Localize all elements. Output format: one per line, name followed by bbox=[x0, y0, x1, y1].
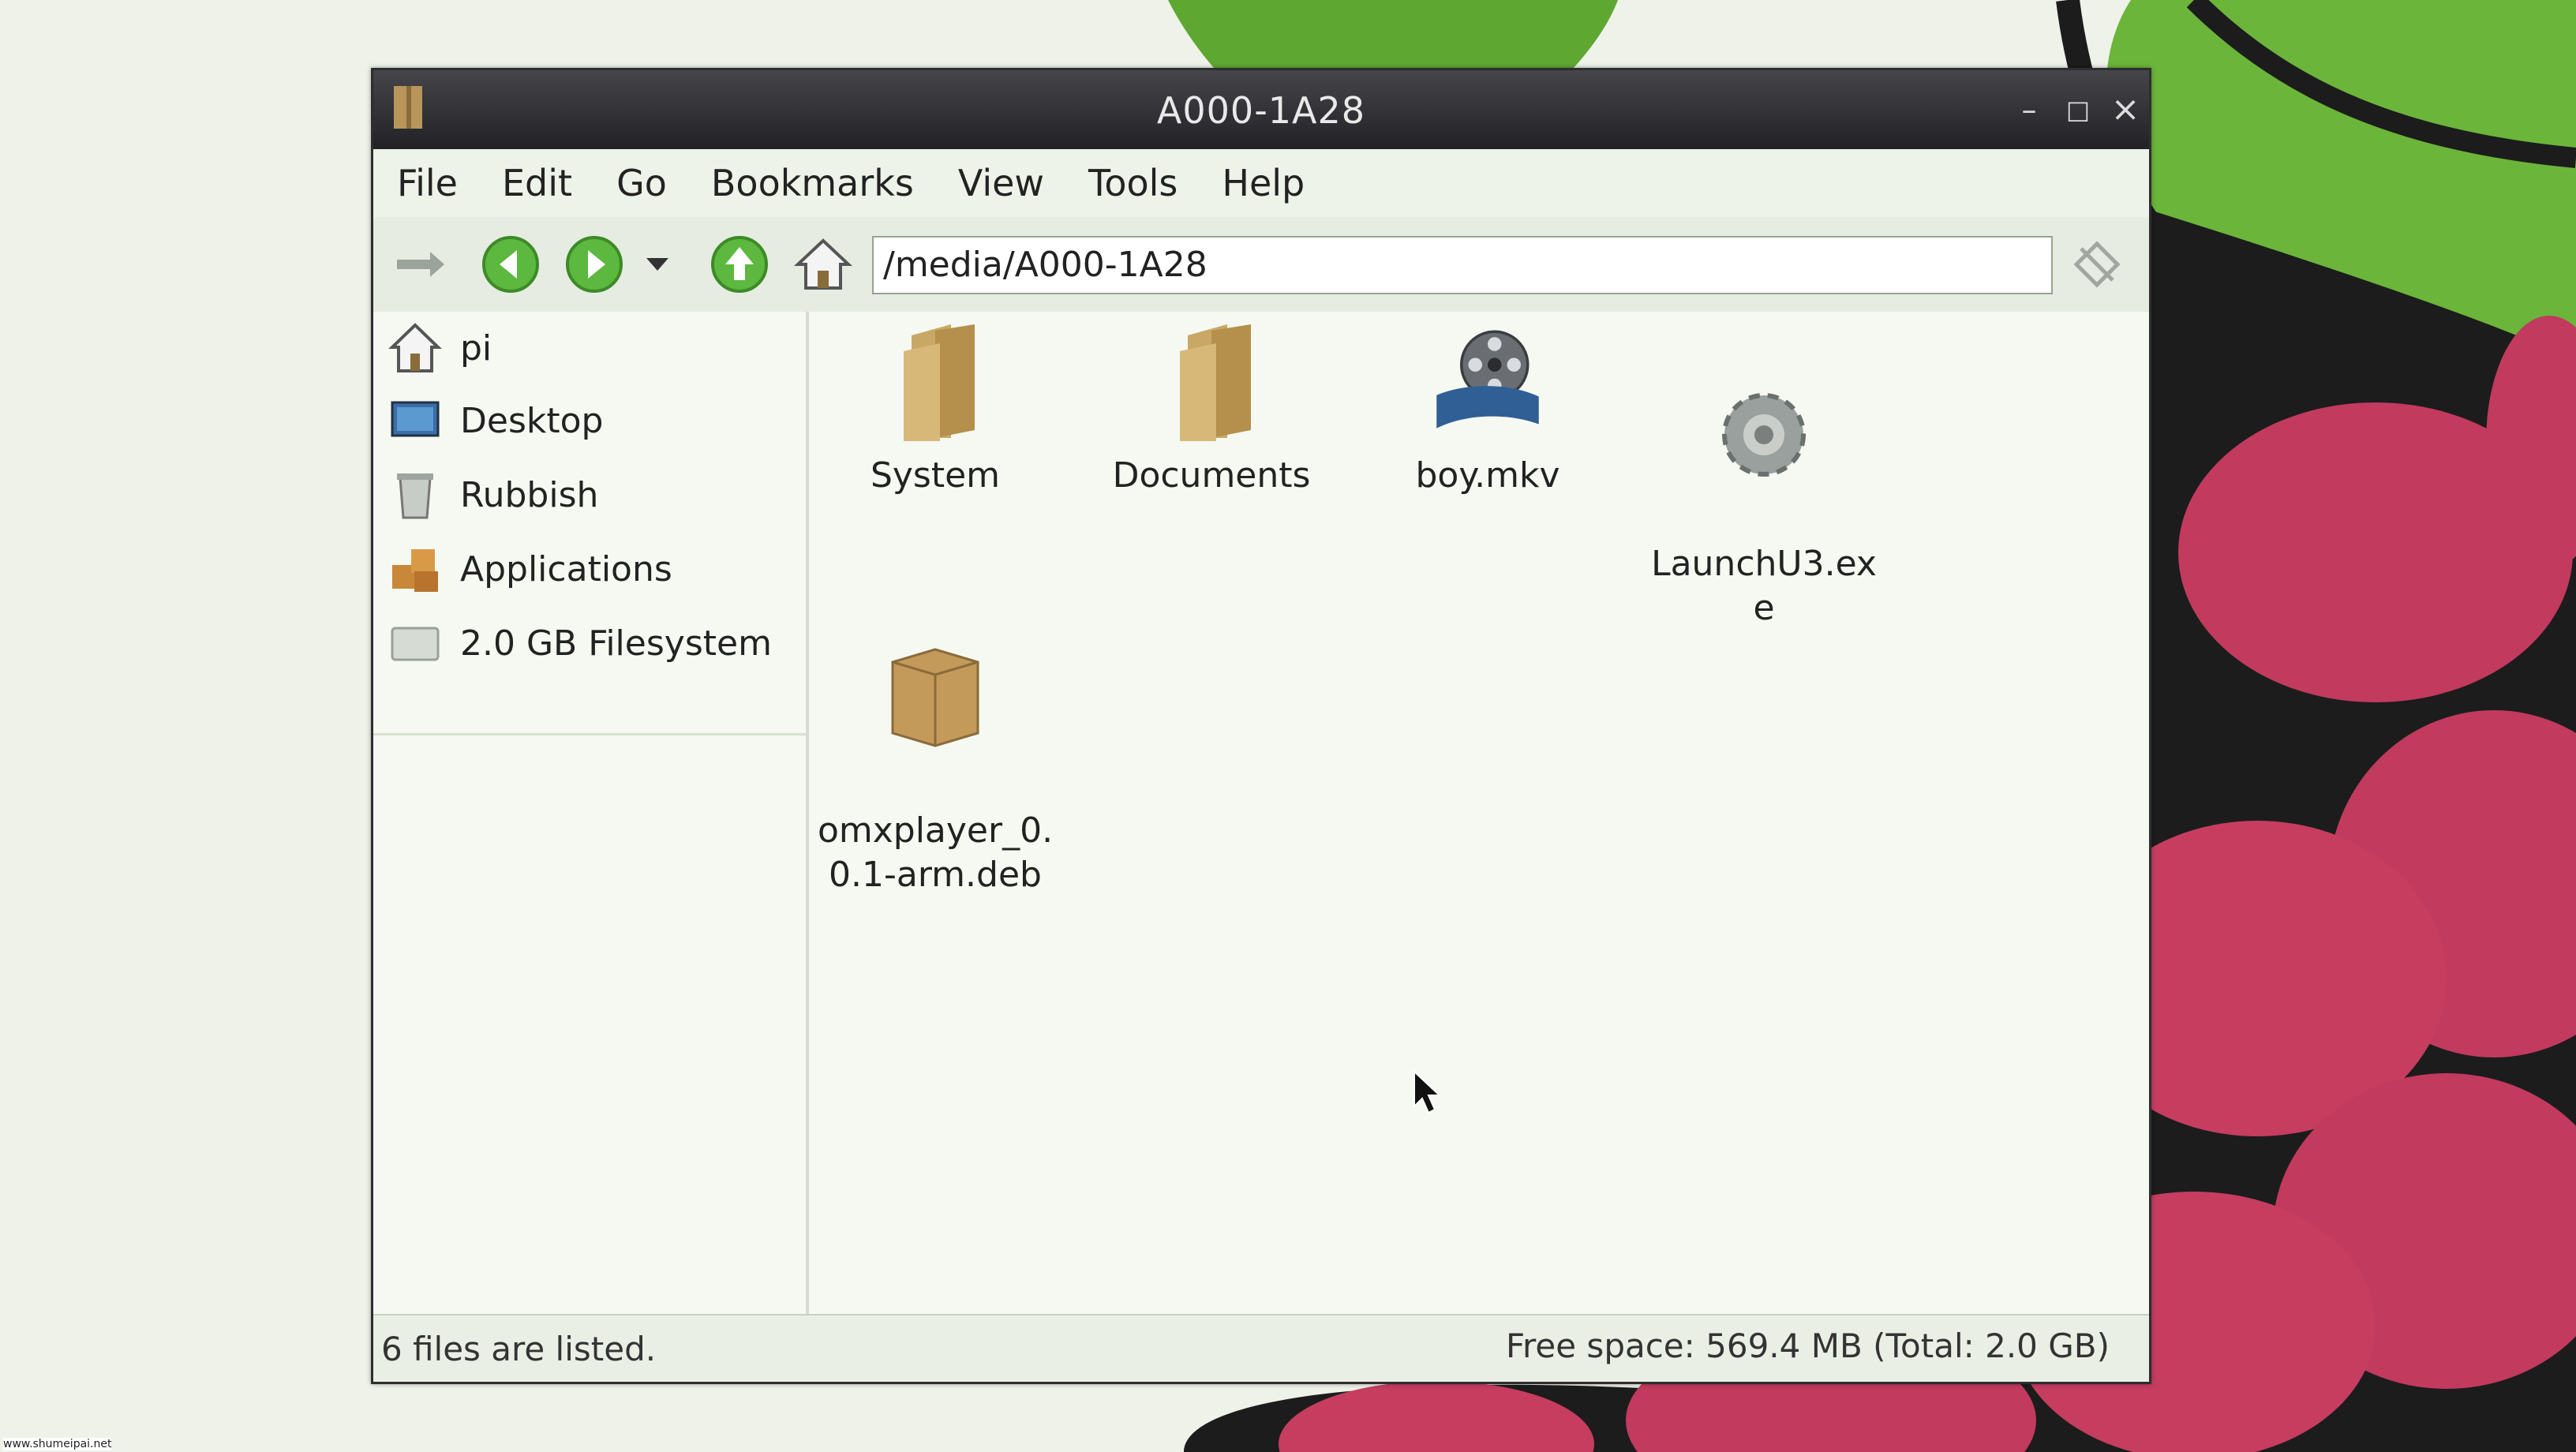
menu-help[interactable]: Help bbox=[1222, 162, 1305, 204]
sidebar-item-label: Rubbish bbox=[460, 474, 599, 515]
file-label: boy.mkv bbox=[1415, 455, 1560, 496]
file-item-boy-mkv[interactable]: boy.mkv bbox=[1369, 320, 1606, 498]
file-manager-window: A000-1A28 – □ × File Edit Go Bookmarks V… bbox=[371, 68, 2151, 1384]
menu-edit[interactable]: Edit bbox=[502, 162, 572, 204]
sidebar-item-desktop[interactable]: Desktop bbox=[388, 389, 603, 452]
desktop-icon bbox=[391, 401, 440, 437]
home-icon bbox=[388, 323, 442, 372]
video-file-icon bbox=[1436, 330, 1539, 428]
sidebar-item-rubbish[interactable]: Rubbish bbox=[388, 463, 598, 526]
sidebar-item-label: pi bbox=[460, 327, 492, 369]
trash-icon bbox=[397, 473, 433, 519]
toolbar: /media/A000-1A28 bbox=[373, 217, 2149, 313]
mouse-cursor-icon bbox=[1413, 1069, 1442, 1114]
free-space-status: Free space: 569.4 MB (Total: 2.0 GB) bbox=[1505, 1327, 2110, 1365]
up-folder-icon[interactable] bbox=[708, 233, 771, 296]
menu-view[interactable]: View bbox=[958, 162, 1044, 204]
folder-icon bbox=[1180, 324, 1251, 441]
arrow-right-icon[interactable] bbox=[389, 233, 452, 296]
title-bar[interactable]: A000-1A28 – □ × bbox=[373, 70, 2149, 149]
sidebar-item-label: Desktop bbox=[460, 400, 604, 441]
forward-button-icon[interactable] bbox=[563, 233, 626, 296]
file-item-documents[interactable]: Documents bbox=[1093, 320, 1330, 498]
package-icon bbox=[891, 648, 979, 747]
file-label: Documents bbox=[1112, 455, 1311, 496]
sidebar-separator bbox=[373, 733, 806, 735]
file-count-status: 6 files are listed. bbox=[381, 1330, 657, 1368]
menu-file[interactable]: File bbox=[397, 162, 458, 204]
go-location-icon[interactable] bbox=[2065, 233, 2129, 296]
drive-icon bbox=[391, 627, 440, 661]
home-button-icon[interactable] bbox=[792, 233, 855, 296]
minimize-button[interactable]: – bbox=[2012, 92, 2046, 127]
history-dropdown-icon[interactable] bbox=[634, 233, 681, 296]
applications-icon bbox=[392, 549, 438, 592]
window-title: A000-1A28 bbox=[1156, 89, 1366, 132]
folder-icon bbox=[904, 324, 975, 441]
watermark: www.shumeipai.net bbox=[3, 1438, 112, 1450]
menu-tools[interactable]: Tools bbox=[1088, 162, 1178, 204]
sidebar-item-applications[interactable]: Applications bbox=[388, 537, 672, 601]
close-button[interactable]: × bbox=[2108, 92, 2143, 127]
maximize-button[interactable]: □ bbox=[2061, 92, 2095, 127]
file-label: System bbox=[870, 455, 1001, 496]
sidebar-item-pi[interactable]: pi bbox=[388, 316, 492, 380]
sidebar-item-label: 2.0 GB Filesystem bbox=[460, 623, 772, 664]
sidebar-item-filesystem[interactable]: 2.0 GB Filesystem bbox=[388, 612, 772, 675]
sidebar-item-label: Applications bbox=[460, 548, 672, 589]
path-input[interactable]: /media/A000-1A28 bbox=[872, 236, 2053, 294]
places-sidebar: pi Desktop Rubbish Applications 2.0 GB F… bbox=[373, 312, 809, 1315]
file-item-launchu3-exe[interactable]: LaunchU3.ex e bbox=[1646, 320, 1882, 631]
file-item-system[interactable]: System bbox=[817, 320, 1054, 498]
file-view[interactable]: System Documents boy.mkv LaunchU3.ex e o… bbox=[809, 312, 2149, 1315]
menu-go[interactable]: Go bbox=[616, 162, 667, 204]
executable-gear-icon bbox=[1722, 393, 1806, 477]
file-label: LaunchU3.ex e bbox=[1651, 544, 1877, 628]
file-label: omxplayer_0. 0.1-arm.deb bbox=[817, 810, 1054, 895]
back-button-icon[interactable] bbox=[479, 233, 542, 296]
status-bar: 6 files are listed. Free space: 569.4 MB… bbox=[373, 1314, 2149, 1382]
menu-bar: File Edit Go Bookmarks View Tools Help bbox=[373, 149, 2149, 217]
menu-bookmarks[interactable]: Bookmarks bbox=[711, 162, 914, 204]
file-item-omxplayer-deb[interactable]: omxplayer_0. 0.1-arm.deb bbox=[817, 586, 1054, 897]
